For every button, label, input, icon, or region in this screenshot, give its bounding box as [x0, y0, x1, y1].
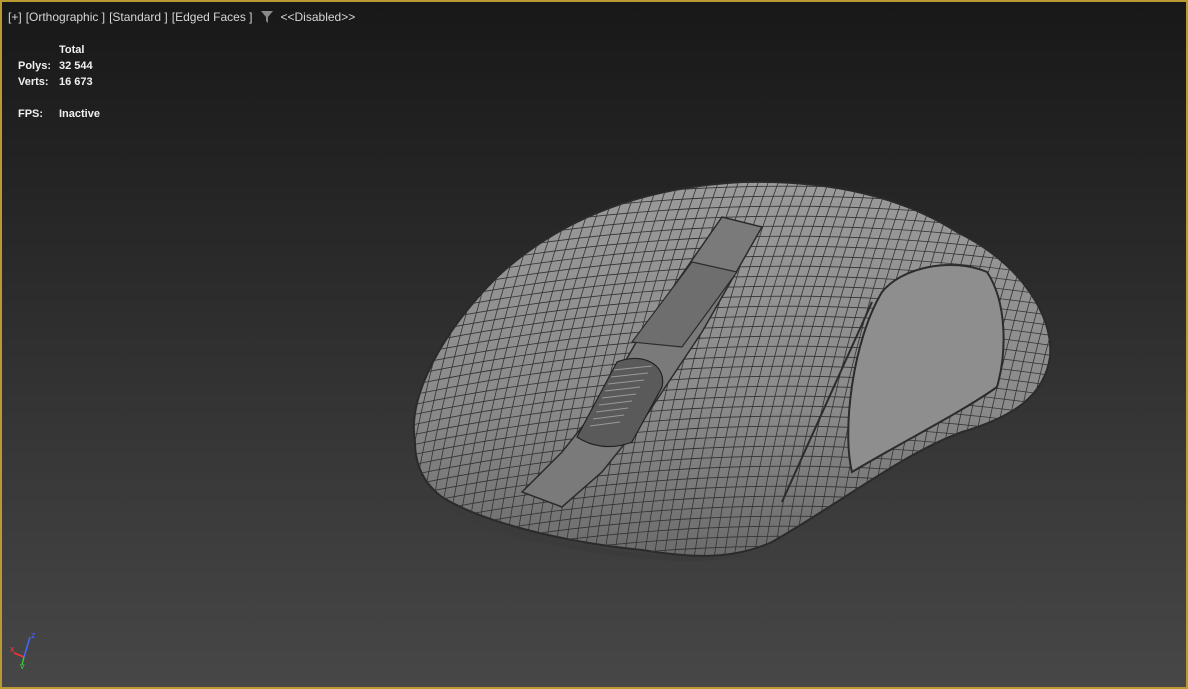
axis-y-label: y	[20, 661, 25, 669]
axis-z-label: z	[31, 630, 36, 640]
axis-gizmo: z x y	[10, 630, 36, 669]
mouse-mesh[interactable]	[2, 2, 1186, 687]
axis-x-label: x	[10, 644, 15, 654]
viewport-3d[interactable]: [+] [Orthographic ] [Standard ] [Edged F…	[0, 0, 1188, 689]
